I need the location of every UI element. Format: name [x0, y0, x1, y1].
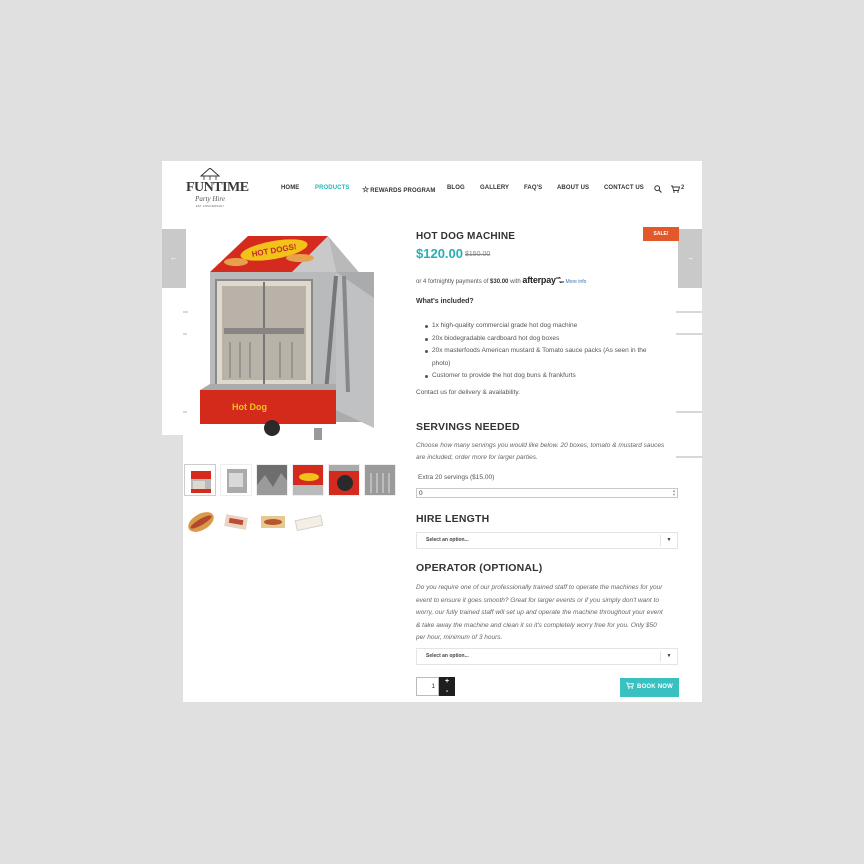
servings-description-line: are included, order more for larger part… [416, 454, 538, 461]
contact-note: Contact us for delivery & availability. [416, 389, 520, 396]
tent-icon [200, 168, 220, 180]
thumbnail[interactable] [256, 505, 288, 537]
nav-about[interactable]: ABOUT US [557, 185, 589, 195]
logo-subtitle: Party Hire [195, 195, 225, 203]
operator-description-line: & take away the machine and clean it so … [416, 621, 657, 629]
servings-description-line: Choose how many servings you would like … [416, 442, 665, 449]
afterpay-prefix: or 4 fortnightly payments of [416, 279, 489, 285]
thumbnail[interactable] [364, 464, 396, 496]
servings-field-label: Extra 20 servings ($15.00) [418, 474, 495, 481]
operator-description-line: worry, our fully trained staff will set … [416, 609, 663, 616]
afterpay-arrows-icon [555, 276, 564, 284]
nav-rewards-label: REWARDS PROGRAM [370, 188, 436, 194]
cart-button[interactable]: 2 [671, 184, 687, 194]
nav-rewards[interactable]: ☆REWARDS PROGRAM [362, 185, 435, 195]
operator-selected: Select an option... [426, 653, 469, 659]
included-list: 1x high-quality commercial grade hot dog… [424, 320, 692, 383]
sale-badge: SALE! [643, 227, 679, 241]
whats-included-heading: What's included? [416, 298, 474, 305]
operator-heading: OPERATOR (OPTIONAL) [416, 562, 543, 574]
hire-length-selected: Select an option... [426, 537, 469, 543]
product-old-price: $150.00 [465, 251, 491, 258]
list-item: 20x masterfoods American mustard & Tomat… [424, 345, 692, 358]
product-image[interactable]: HOT DOGS! Hot Dog [196, 232, 380, 452]
afterpay-with: with [510, 279, 521, 285]
divider [676, 456, 702, 458]
cart-icon [671, 185, 680, 193]
nav-home[interactable]: HOME [281, 185, 299, 195]
quantity-input[interactable]: 1 [416, 677, 439, 696]
servings-heading: SERVINGS NEEDED [416, 421, 520, 433]
book-now-label: BOOK NOW [637, 684, 673, 690]
logo-tagline: EST. ANNIVERSARY [195, 204, 225, 208]
thumbnail[interactable] [220, 505, 252, 537]
thumbnail[interactable] [184, 464, 216, 496]
divider [676, 311, 702, 313]
servings-quantity-value: 0 [419, 490, 423, 497]
thumbnail[interactable] [256, 464, 288, 496]
nav-gallery[interactable]: GALLERY [480, 185, 509, 195]
divider [676, 411, 702, 413]
nav-contact[interactable]: CONTACT US [604, 185, 644, 195]
chevron-down-icon: ▼ [660, 651, 677, 662]
thumbnail[interactable] [292, 464, 324, 496]
star-icon: ☆ [362, 185, 370, 194]
thumbnail[interactable] [184, 505, 216, 537]
nav-faqs[interactable]: FAQ'S [524, 185, 542, 195]
prev-product-arrow[interactable]: ← [162, 229, 186, 288]
list-item: 1x high-quality commercial grade hot dog… [424, 320, 692, 333]
cart-icon [626, 682, 635, 689]
product-price: $120.00 [416, 246, 463, 261]
hire-length-heading: HIRE LENGTH [416, 513, 490, 525]
chevron-down-icon: ▼ [660, 535, 677, 546]
operator-description-line: event to ensure it goes smooth? Great fo… [416, 596, 659, 604]
nav-blog[interactable]: BLOG [447, 185, 465, 195]
operator-description-line: per hour, minimum of 3 hours. [416, 634, 503, 641]
divider [183, 333, 187, 335]
afterpay-line: or 4 fortnightly payments of $30.00 with… [416, 275, 586, 285]
thumbnail[interactable] [220, 464, 252, 496]
site-logo[interactable]: FUNTIME Party Hire EST. ANNIVERSARY [186, 168, 249, 212]
search-icon[interactable] [654, 185, 662, 193]
thumbnail[interactable] [292, 505, 324, 537]
product-title: HOT DOG MACHINE [416, 231, 516, 242]
next-product-arrow[interactable]: → [678, 229, 702, 288]
quantity-plus-button[interactable]: + [439, 677, 455, 687]
thumbnail[interactable] [328, 464, 360, 496]
hire-length-select[interactable]: Select an option... ▼ [416, 532, 678, 549]
cart-count: 2 [681, 185, 685, 191]
product-base-text: Hot Dog [232, 402, 267, 412]
afterpay-amount: $30.00 [490, 279, 509, 285]
divider [183, 411, 187, 413]
quantity-minus-button[interactable]: - [439, 687, 455, 697]
logo-brand: FUNTIME [186, 180, 249, 195]
list-item: 20x biodegradable cardboard hot dog boxe… [424, 333, 692, 346]
divider [183, 311, 188, 313]
operator-select[interactable]: Select an option... ▼ [416, 648, 678, 665]
list-item-continued: photo) [432, 359, 451, 367]
afterpay-more-info-link[interactable]: More info [566, 279, 587, 285]
servings-quantity-input[interactable]: 0 ▲ ▼ [416, 488, 678, 498]
book-now-button[interactable]: BOOK NOW [620, 678, 679, 697]
afterpay-logo: afterpay [522, 275, 556, 285]
list-item: Customer to provide the hot dog buns & f… [424, 370, 692, 383]
operator-description-line: Do you require one of our professionally… [416, 584, 663, 591]
stepper-icon[interactable]: ▲ ▼ [672, 489, 676, 497]
quantity-stepper: + - [439, 677, 455, 696]
nav-products[interactable]: PRODUCTS [315, 185, 349, 195]
